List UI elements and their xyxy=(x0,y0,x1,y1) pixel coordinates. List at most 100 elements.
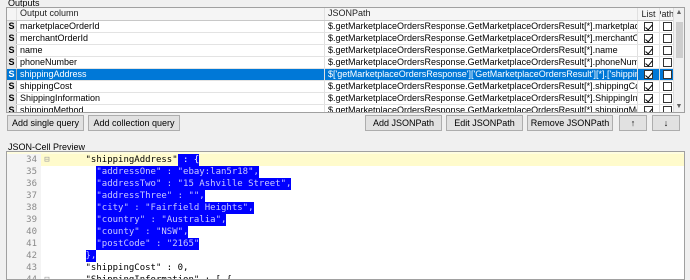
code-selected-text: "country" : "Australia", xyxy=(96,214,227,226)
paths-checkbox[interactable] xyxy=(662,94,672,103)
list-checkbox-cell xyxy=(638,57,660,68)
fold-toggle-icon[interactable] xyxy=(41,250,53,262)
table-row[interactable]: S ShippingInformation $.getMarketplaceOrde… xyxy=(7,93,674,105)
code-line: 39 "country" : "Australia", xyxy=(7,214,684,226)
paths-checkbox-cell xyxy=(660,105,674,112)
outputs-table-header: Output column JSONPath List Paths xyxy=(7,8,674,21)
header-jsonpath[interactable]: JSONPath xyxy=(325,8,638,20)
add-jsonpath-button[interactable]: Add JSONPath xyxy=(365,115,442,131)
table-row[interactable]: SshippingMethod $.getMarketplaceOrdersRes… xyxy=(7,105,674,112)
paths-checkbox[interactable] xyxy=(662,70,672,79)
table-row[interactable]: SmerchantOrderId $.getMarketplaceOrdersRe… xyxy=(7,33,674,45)
scroll-up-arrow-icon[interactable]: ▲ xyxy=(674,8,684,18)
line-number: 34 xyxy=(7,154,41,166)
fold-toggle-icon[interactable] xyxy=(41,214,53,226)
paths-checkbox-cell xyxy=(660,33,674,44)
fold-toggle-icon[interactable] xyxy=(41,190,53,202)
fold-toggle-icon[interactable] xyxy=(41,262,53,274)
output-column-cell[interactable]: shippingCost xyxy=(17,81,325,92)
header-output-column[interactable]: Output column xyxy=(17,8,325,20)
paths-checkbox[interactable] xyxy=(662,46,672,55)
header-paths[interactable]: Paths xyxy=(660,8,674,20)
line-number: 37 xyxy=(7,190,41,202)
jsonpath-cell[interactable]: $.getMarketplaceOrdersResponse.GetMarket… xyxy=(325,93,638,104)
code-selected-text: "city" : "Fairfield Heights", xyxy=(96,202,254,214)
fold-toggle-icon[interactable]: ⊟ xyxy=(41,154,53,166)
paths-checkbox-cell xyxy=(660,21,674,32)
jsonpath-cell[interactable]: $['getMarketplaceOrdersResponse']['GetMa… xyxy=(325,69,638,80)
code-selected-text: "county" : "NSW", xyxy=(96,226,189,238)
code-line: 42 }, xyxy=(7,250,684,262)
output-column-cell[interactable]: merchantOrderId xyxy=(17,33,325,44)
jsonpath-cell[interactable]: $.getMarketplaceOrdersResponse.GetMarket… xyxy=(325,105,638,112)
jsonpath-cell[interactable]: $.getMarketplaceOrdersResponse.GetMarket… xyxy=(325,81,638,92)
list-checkbox[interactable] xyxy=(644,70,653,79)
move-down-button[interactable]: ↓ xyxy=(652,115,680,131)
list-checkbox-cell xyxy=(638,105,660,112)
move-up-button[interactable]: ↑ xyxy=(619,115,647,131)
fold-toggle-icon[interactable] xyxy=(41,226,53,238)
table-row[interactable]: Sname $.getMarketplaceOrdersResponse.GetM… xyxy=(7,45,674,57)
paths-checkbox-cell xyxy=(660,45,674,56)
outputs-grid[interactable]: Output column JSONPath List Paths Smarke… xyxy=(6,7,685,113)
output-column-cell[interactable]: shippingAddress xyxy=(17,69,325,80)
list-checkbox[interactable] xyxy=(644,106,653,112)
list-checkbox[interactable] xyxy=(644,94,653,103)
output-column-cell[interactable]: shippingMethod xyxy=(17,105,325,112)
header-list[interactable]: List xyxy=(638,8,660,20)
outputs-vertical-scrollbar[interactable]: ▲ ▼ xyxy=(673,8,684,112)
output-column-cell[interactable]: phoneNumber xyxy=(17,57,325,68)
jsonpath-cell[interactable]: $.getMarketplaceOrdersResponse.GetMarket… xyxy=(325,21,638,32)
fold-toggle-icon[interactable] xyxy=(41,166,53,178)
remove-jsonpath-button[interactable]: Remove JSONPath xyxy=(527,115,613,131)
output-column-cell[interactable]: ShippingInformation xyxy=(17,93,325,104)
list-checkbox[interactable] xyxy=(644,82,653,91)
fold-toggle-icon[interactable] xyxy=(41,178,53,190)
paths-checkbox[interactable] xyxy=(662,82,672,91)
code-text: "ShippingInformation" : [ { xyxy=(85,275,232,280)
code-line: 44 ⊟ "ShippingInformation" : [ { xyxy=(7,274,684,280)
jsonpath-cell[interactable]: $.getMarketplaceOrdersResponse.GetMarket… xyxy=(325,45,638,56)
paths-checkbox[interactable] xyxy=(662,58,672,67)
fold-toggle-icon[interactable] xyxy=(41,238,53,250)
list-checkbox[interactable] xyxy=(644,58,653,67)
fold-toggle-icon[interactable]: ⊟ xyxy=(41,274,53,279)
list-checkbox[interactable] xyxy=(644,34,653,43)
add-single-query-button[interactable]: Add single query xyxy=(7,115,84,131)
table-row[interactable]: SmarketplaceOrderId $.getMarketplaceOrder… xyxy=(7,21,674,33)
code-text: "shippingAddress" xyxy=(85,155,178,165)
jsonpath-cell[interactable]: $.getMarketplaceOrdersResponse.GetMarket… xyxy=(325,57,638,68)
output-column-cell[interactable]: name xyxy=(17,45,325,56)
table-row[interactable]: SshippingCost $.getMarketplaceOrdersRespo… xyxy=(7,81,674,93)
line-number: 41 xyxy=(7,238,41,250)
paths-checkbox[interactable] xyxy=(662,22,672,31)
line-number: 44 xyxy=(7,274,41,279)
code-line: 34 ⊟ "shippingAddress" : { xyxy=(7,154,684,166)
add-collection-query-button[interactable]: Add collection query xyxy=(88,115,180,131)
list-checkbox[interactable] xyxy=(644,46,653,55)
paths-checkbox-cell xyxy=(660,81,674,92)
edit-jsonpath-button[interactable]: Edit JSONPath xyxy=(446,115,523,131)
fold-toggle-icon[interactable] xyxy=(41,202,53,214)
scroll-thumb[interactable] xyxy=(676,22,683,58)
paths-checkbox[interactable] xyxy=(662,34,672,43)
scroll-down-arrow-icon[interactable]: ▼ xyxy=(674,102,684,112)
json-cell-preview-editor[interactable]: 34 ⊟ "shippingAddress" : {35 "addressOne"… xyxy=(6,151,685,280)
row-type-indicator: S xyxy=(7,21,17,32)
header-s xyxy=(7,8,17,20)
table-row[interactable]: SphoneNumber $.getMarketplaceOrdersRespon… xyxy=(7,57,674,69)
table-row[interactable]: SshippingAddress $['getMarketplaceOrdersR… xyxy=(7,69,674,81)
code-line: 38 "city" : "Fairfield Heights", xyxy=(7,202,684,214)
jsonpath-cell[interactable]: $.getMarketplaceOrdersResponse.GetMarket… xyxy=(325,33,638,44)
row-type-indicator: S xyxy=(7,93,17,104)
list-checkbox[interactable] xyxy=(644,22,653,31)
paths-checkbox[interactable] xyxy=(662,106,672,112)
list-checkbox-cell xyxy=(638,69,660,80)
output-column-cell[interactable]: marketplaceOrderId xyxy=(17,21,325,32)
